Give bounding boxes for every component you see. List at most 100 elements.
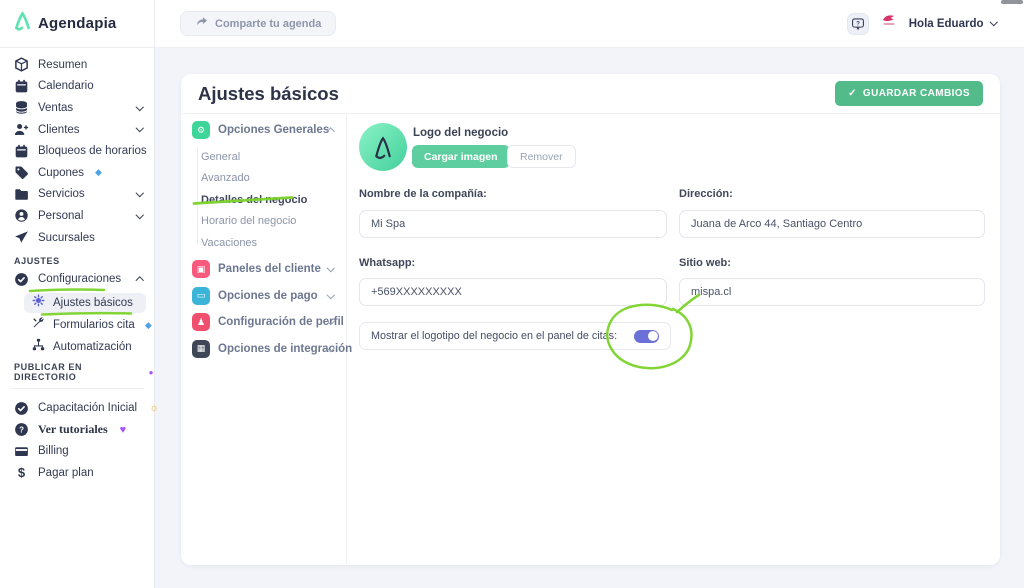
chevron-up-icon <box>135 277 143 285</box>
nav-sub-avanzado[interactable]: Avanzado <box>201 168 250 190</box>
paper-plane-icon <box>14 230 29 245</box>
chevron-down-icon <box>326 290 334 298</box>
sidebar-item-label: Cupones <box>38 167 84 179</box>
sidebar-item-formularios-cita[interactable]: Formularios cita ◆ <box>0 314 154 336</box>
share-arrow-icon <box>195 16 208 31</box>
sidebar-item-cupones[interactable]: Cupones ◆ <box>0 162 154 184</box>
check-circle-icon <box>14 401 29 416</box>
sidebar-item-configuraciones[interactable]: Configuraciones <box>0 268 154 290</box>
page-title: Ajustes básicos <box>198 83 339 105</box>
sidebar: Agendapia Resumen Calendario Ventas Clie… <box>0 0 155 588</box>
chevron-down-icon <box>135 124 143 132</box>
sidebar-item-resumen[interactable]: Resumen <box>0 54 154 76</box>
purple-dot-icon: ● <box>149 368 154 377</box>
sidebar-item-ventas[interactable]: Ventas <box>0 97 154 119</box>
nav-group-label: Configuración de perfil <box>218 316 344 328</box>
remove-image-button[interactable]: Remover <box>507 145 576 168</box>
credit-card-icon <box>14 444 29 459</box>
bulb-icon: ☼ <box>149 402 159 414</box>
nav-group-opciones-de-pago[interactable]: ▭ Opciones de pago <box>181 283 346 310</box>
sidebar-item-label: Ajustes básicos <box>53 297 133 309</box>
help-button[interactable]: ? <box>847 13 869 35</box>
user-menu[interactable]: Hola Eduardo <box>909 18 996 30</box>
sidebar-item-personal[interactable]: Personal <box>0 205 154 227</box>
nav-group-label: Opciones de pago <box>218 290 318 302</box>
website-label: Sitio web: <box>679 257 731 269</box>
nav-sub-vacaciones[interactable]: Vacaciones <box>201 232 257 254</box>
brand-name: Agendapia <box>38 15 116 32</box>
sidebar-item-ajustes-basicos[interactable]: Ajustes básicos <box>0 292 154 314</box>
box-icon <box>14 57 29 72</box>
business-logo-avatar <box>359 123 407 171</box>
configuraciones-children: Ajustes básicos Formularios cita ◆ Autom… <box>0 292 154 358</box>
chevron-down-icon <box>135 103 143 111</box>
sidebar-item-capacitacion[interactable]: Capacitación Inicial ☼ <box>0 397 154 419</box>
sidebar-item-automatizacion[interactable]: Automatización <box>0 336 154 358</box>
gem-icon: ◆ <box>145 320 152 331</box>
sidebar-item-label: Configuraciones <box>38 273 121 285</box>
nav-sub-general[interactable]: General <box>201 146 240 168</box>
sidebar-item-ver-tutoriales[interactable]: ? Ver tutoriales ♥ <box>0 419 154 441</box>
sidebar-item-label: Sucursales <box>38 232 95 244</box>
whatsapp-input[interactable] <box>359 278 667 306</box>
panels-icon: ▣ <box>192 260 210 278</box>
profile-icon: ♟ <box>192 313 210 331</box>
sidebar-divider <box>10 388 144 389</box>
brand[interactable]: Agendapia <box>0 0 154 48</box>
nav-sub-label: Avanzado <box>201 172 250 184</box>
section-header-publicar[interactable]: PUBLICAR EN DIRECTORIO ● <box>0 364 154 380</box>
nav-sub-horario-del-negocio[interactable]: Horario del negocio <box>201 211 296 233</box>
sidebar-item-label: Formularios cita <box>53 319 135 331</box>
toggle-knob <box>648 331 658 341</box>
website-input[interactable] <box>679 278 985 306</box>
sidebar-item-bloqueos[interactable]: Bloqueos de horarios <box>0 140 154 162</box>
sidebar-item-pagar-plan[interactable]: $ Pagar plan <box>0 462 154 484</box>
database-icon <box>14 100 29 115</box>
hierarchy-icon <box>32 338 45 356</box>
show-logo-toggle[interactable] <box>634 330 659 343</box>
upload-image-button[interactable]: Cargar imagen <box>412 145 510 168</box>
heart-icon: ♥ <box>120 424 127 436</box>
nav-group-opciones-de-integracion[interactable]: ▦ Opciones de integración <box>181 336 346 363</box>
sidebar-item-label: Clientes <box>38 124 80 136</box>
sidebar-item-sucursales[interactable]: Sucursales <box>0 227 154 249</box>
share-agenda-button[interactable]: Comparte tu agenda <box>180 11 336 36</box>
check-circle-icon <box>14 272 29 287</box>
nav-sub-detalles-del-negocio[interactable]: Detalles del negocio <box>201 189 307 211</box>
calendar-icon <box>14 79 29 94</box>
sidebar-item-label: Resumen <box>38 59 87 71</box>
dollar-icon: $ <box>14 465 29 480</box>
sidebar-item-servicios[interactable]: Servicios <box>0 184 154 206</box>
nav-group-configuracion-de-perfil[interactable]: ♟ Configuración de perfil <box>181 309 346 336</box>
nav-group-label: Opciones Generales <box>218 124 329 136</box>
address-input[interactable] <box>679 210 985 238</box>
save-changes-label: GUARDAR CAMBIOS <box>863 88 970 99</box>
nav-group-opciones-generales[interactable]: ⚙ Opciones Generales <box>181 117 346 143</box>
chevron-down-icon <box>326 264 334 272</box>
payment-icon: ▭ <box>192 287 210 305</box>
chevron-down-icon <box>135 189 143 197</box>
sidebar-item-label: Ver tutoriales <box>38 422 108 437</box>
app-root: Agendapia Resumen Calendario Ventas Clie… <box>0 0 1024 588</box>
sidebar-item-label: Ventas <box>38 102 73 114</box>
scrollbar-thumb[interactable] <box>1001 0 1023 4</box>
tag-icon <box>14 165 29 180</box>
sidebar-item-calendario[interactable]: Calendario <box>0 76 154 98</box>
gear-icon: ⚙ <box>192 121 210 139</box>
logo-label: Logo del negocio <box>413 127 508 139</box>
sidebar-item-billing[interactable]: Billing <box>0 441 154 463</box>
svg-text:?: ? <box>856 20 860 27</box>
greeting-label: Hola Eduardo <box>909 18 984 30</box>
share-agenda-label: Comparte tu agenda <box>215 18 321 30</box>
nav-sub-label: Detalles del negocio <box>201 194 307 206</box>
sidebar-item-clientes[interactable]: Clientes <box>0 119 154 141</box>
chevron-down-icon <box>135 211 143 219</box>
agendapia-mark-icon <box>368 131 398 163</box>
tools-icon <box>32 316 45 334</box>
nav-group-paneles-del-cliente[interactable]: ▣ Paneles del cliente <box>181 256 346 283</box>
user-plus-icon <box>14 122 29 137</box>
save-changes-button[interactable]: ✓ GUARDAR CAMBIOS <box>835 81 983 106</box>
sidebar-item-label: Calendario <box>38 80 94 92</box>
company-name-input[interactable] <box>359 210 667 238</box>
sidebar-item-label: Billing <box>38 445 69 457</box>
